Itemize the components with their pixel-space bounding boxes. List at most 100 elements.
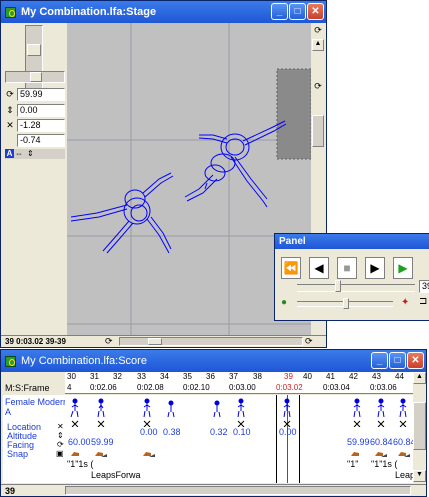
app-icon: [5, 6, 16, 18]
location-key-marker: [97, 420, 105, 427]
score-vertical-scrollbar[interactable]: ▲ ▼: [413, 372, 426, 483]
frame-tick: 42: [349, 372, 358, 381]
loop-icon[interactable]: ⊐: [419, 296, 427, 307]
score-window: My Combination.lfa:Score _ □ ✕ M:S:Frame…: [0, 349, 427, 497]
stop-button[interactable]: ■: [337, 257, 357, 279]
panel-transport-bar: ⏪ ◀ ■ ▶ ▶: [277, 250, 429, 282]
stage-status-text: 39 0:03.02 39-39: [5, 337, 66, 346]
snap-text[interactable]: Leaps: [395, 470, 413, 480]
frame-tick: 40: [303, 372, 312, 381]
stage-rotate-icon-2[interactable]: ⟳: [305, 336, 313, 347]
score-grid[interactable]: 60.00 59.99 0.00 0.38 0.32 0.10 0.00 59.…: [65, 395, 413, 483]
key-figure-icon: [143, 398, 151, 418]
close-button[interactable]: ✕: [307, 3, 324, 20]
horizontal-scroll-thumb[interactable]: [148, 338, 162, 345]
scroll-up-button[interactable]: ▲: [312, 39, 324, 51]
facing-value[interactable]: 0.00: [279, 427, 297, 437]
pan-slider-thumb[interactable]: [30, 72, 42, 82]
zoom-slider-thumb[interactable]: [27, 44, 41, 56]
panel-titlebar[interactable]: Panel: [275, 234, 429, 249]
time-tick: 0:02.06: [90, 383, 117, 392]
camera-pan-slider[interactable]: [5, 71, 65, 83]
shoe-icon: [95, 452, 103, 456]
track-snap[interactable]: Snap: [7, 449, 28, 459]
score-track-labels: Female Modern A Location Altitude Facing…: [3, 395, 68, 483]
maximize-button[interactable]: □: [289, 3, 306, 20]
figure-name-line1[interactable]: Female Modern: [5, 397, 68, 407]
speed-slider-thumb[interactable]: [343, 298, 349, 309]
altitude-icon: ⇕: [6, 105, 14, 115]
panel-window: Panel ⏪ ◀ ■ ▶ ▶ 39 ● ✦ ⊐: [274, 233, 429, 321]
tool-bar: A ⇔ ⇕: [5, 149, 65, 159]
stage-rotate-icon[interactable]: ⟳: [105, 336, 113, 347]
step-back-button[interactable]: ◀: [309, 257, 329, 279]
score-scroll-down[interactable]: ▼: [413, 470, 426, 482]
frame-tick: 33: [137, 372, 146, 381]
y-position-field[interactable]: -0.74: [17, 134, 65, 147]
frame-tick: 30: [67, 372, 76, 381]
stage-status-bar: 39 0:03.02 39-39 ⟳ ⟳: [1, 335, 326, 347]
frame-tick: 44: [395, 372, 404, 381]
tool-vertical-button[interactable]: ⇕: [27, 149, 34, 158]
tool-a-button[interactable]: A: [5, 149, 14, 158]
step-forward-button[interactable]: ▶: [365, 257, 385, 279]
x-position-field[interactable]: -1.28: [17, 119, 65, 132]
time-tick: 0:03.04: [323, 383, 350, 392]
app-icon-score: [5, 355, 16, 367]
key-figure-icon: [97, 398, 105, 418]
panel-frame-field[interactable]: 39: [419, 280, 429, 293]
rewind-button[interactable]: ⏪: [281, 257, 301, 279]
facing-value[interactable]: 60.84: [370, 437, 393, 447]
frame-tick: 32: [113, 372, 122, 381]
score-horizontal-scrollbar[interactable]: [65, 486, 411, 495]
scroll-thumb[interactable]: [312, 115, 324, 147]
facing-value[interactable]: 0.32: [210, 427, 228, 437]
frame-tick: 38: [253, 372, 262, 381]
facing-value[interactable]: 59.99: [91, 437, 114, 447]
score-minimize-button[interactable]: _: [371, 352, 388, 369]
altitude-field[interactable]: 0.00: [17, 104, 65, 117]
facing-value[interactable]: 0.38: [163, 427, 181, 437]
time-tick: 4: [67, 383, 72, 392]
minimize-button[interactable]: _: [271, 3, 288, 20]
shoe-icon: [71, 452, 79, 456]
facing-value[interactable]: 0.10: [233, 427, 251, 437]
key-figure-icon: [353, 398, 361, 418]
frame-tick: 35: [183, 372, 192, 381]
figure-name-line2[interactable]: A: [5, 407, 11, 417]
tool-horizontal-button[interactable]: ⇔: [15, 149, 23, 158]
facing-value[interactable]: 60.00: [68, 437, 91, 447]
rotation-field[interactable]: 59.99: [17, 88, 65, 101]
score-titlebar[interactable]: My Combination.lfa:Score _ □ ✕: [1, 350, 426, 372]
facing-value[interactable]: 60.84: [393, 437, 413, 447]
stage-titlebar[interactable]: My Combination.lfa:Stage _ □ ✕: [1, 1, 326, 23]
snap-text[interactable]: "1"1s (: [67, 459, 93, 469]
scroll-rotate-icon[interactable]: ⟳: [312, 25, 324, 37]
score-scroll-thumb[interactable]: [413, 402, 426, 450]
snap-text[interactable]: "1": [347, 459, 358, 469]
score-frame-ruler: 30 31 32 33 34 35 36 37 38 39 40 41 42 4…: [65, 372, 413, 394]
snap-text[interactable]: "1"1s (: [371, 459, 397, 469]
stage-horizontal-scrollbar[interactable]: [119, 337, 303, 346]
frame-tick: 37: [229, 372, 238, 381]
score-header-label: M:S:Frame: [5, 383, 50, 393]
panel-speed-slider[interactable]: [297, 298, 393, 309]
snap-text[interactable]: LeapsForwa: [91, 470, 141, 480]
panel-frame-slider[interactable]: [297, 280, 415, 292]
frame-tick-current: 39: [284, 372, 293, 381]
dancer-figure-1: [184, 120, 287, 208]
score-maximize-button[interactable]: □: [389, 352, 406, 369]
score-scroll-up[interactable]: ▲: [413, 372, 426, 384]
facing-value[interactable]: 59.99: [347, 437, 370, 447]
stage-title: My Combination.lfa:Stage: [21, 6, 157, 18]
score-close-button[interactable]: ✕: [407, 352, 424, 369]
frame-slider-thumb[interactable]: [335, 280, 341, 292]
key-figure-icon: [283, 398, 291, 418]
x-position-icon: ✕: [6, 120, 14, 130]
snap-key-icon: ▣: [56, 449, 64, 458]
frame-tick: 43: [372, 372, 381, 381]
scroll-rotate-icon-2[interactable]: ⟳: [312, 81, 324, 93]
facing-value[interactable]: 0.00: [140, 427, 158, 437]
score-status-bar: 39: [1, 484, 426, 496]
play-button[interactable]: ▶: [393, 257, 413, 279]
